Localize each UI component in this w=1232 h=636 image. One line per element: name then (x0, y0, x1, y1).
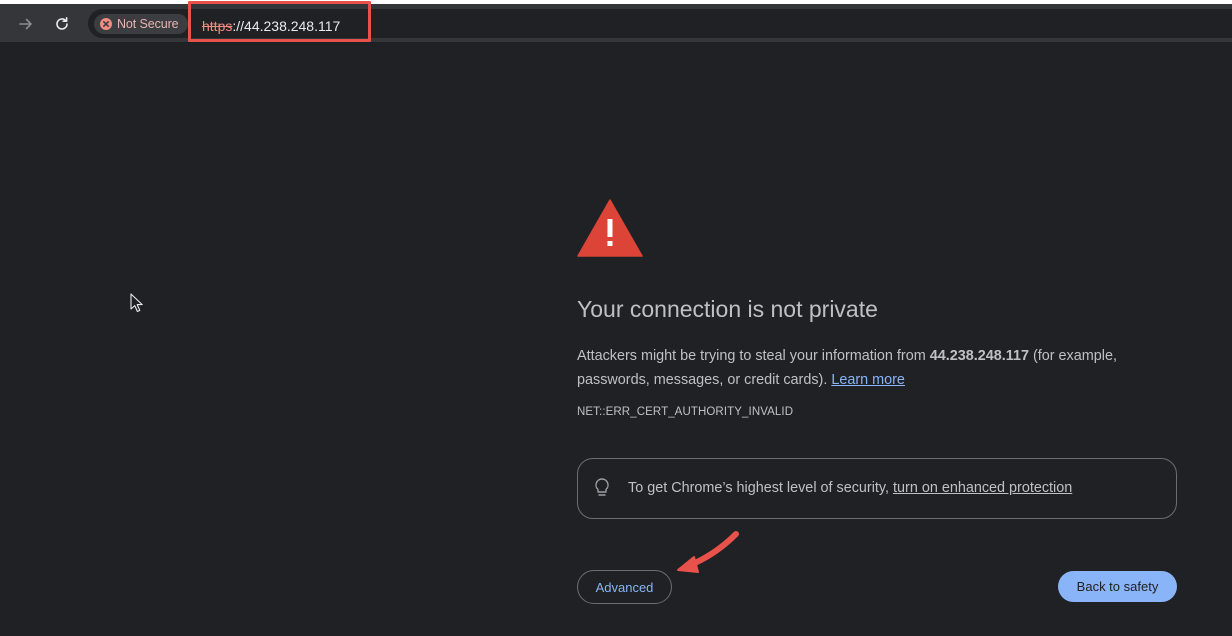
enhanced-protection-link[interactable]: turn on enhanced protection (893, 480, 1072, 496)
browser-toolbar: Not Secure https://44.238.248.117 (0, 4, 1232, 43)
back-to-safety-button[interactable]: Back to safety (1058, 571, 1177, 602)
warning-description: Attackers might be trying to steal your … (577, 344, 1177, 392)
not-secure-icon (100, 18, 112, 30)
url-highlight-box (188, 1, 371, 42)
description-text: Attackers might be trying to steal your … (577, 348, 930, 364)
security-chip-label: Not Secure (117, 17, 179, 31)
page-title: Your connection is not private (577, 296, 878, 322)
enhanced-protection-prefix: To get Chrome’s highest level of securit… (628, 480, 894, 496)
forward-button[interactable] (14, 12, 38, 36)
mouse-cursor-icon (130, 293, 143, 313)
reload-icon (56, 17, 68, 30)
enhanced-protection-text: To get Chrome’s highest level of securit… (628, 480, 1072, 496)
advanced-button[interactable]: Advanced (577, 570, 672, 604)
forward-arrow-icon (19, 18, 32, 30)
learn-more-link[interactable]: Learn more (831, 372, 905, 388)
annotation-arrow (677, 531, 739, 573)
warning-triangle-icon (577, 199, 643, 257)
enhanced-protection-box: To get Chrome’s highest level of securit… (577, 458, 1177, 519)
security-chip[interactable]: Not Secure (94, 14, 188, 34)
description-host: 44.238.248.117 (929, 348, 1029, 364)
lightbulb-icon (595, 478, 609, 496)
error-code: NET::ERR_CERT_AUTHORITY_INVALID (577, 406, 794, 418)
reload-button[interactable] (50, 12, 74, 36)
